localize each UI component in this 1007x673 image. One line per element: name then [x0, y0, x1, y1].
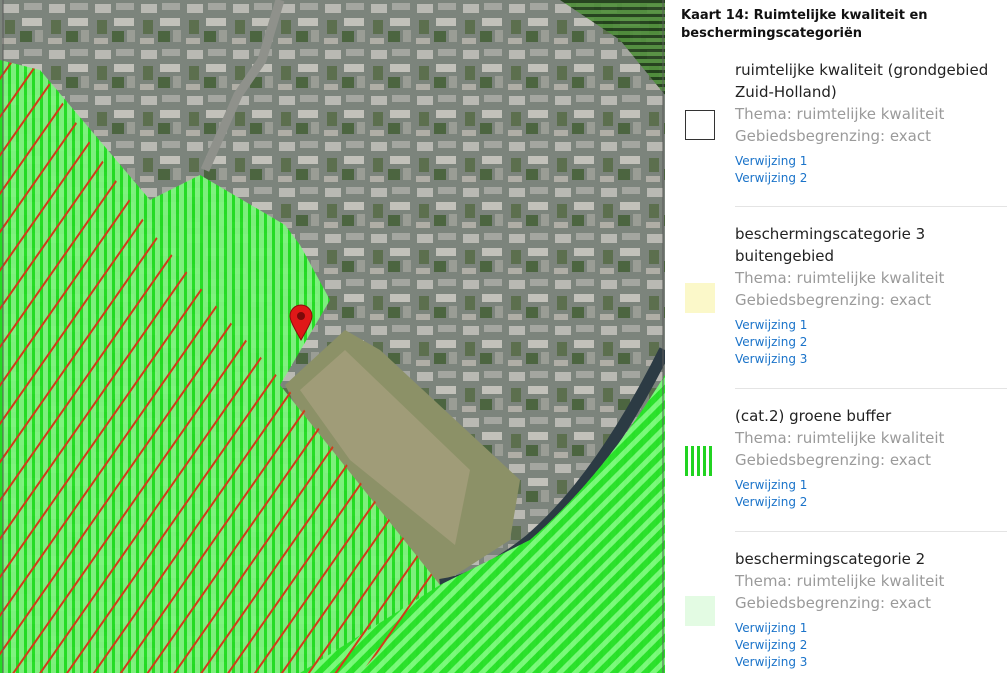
legend-swatch-green-stripes: [685, 446, 713, 476]
reference-link[interactable]: Verwijzing 2: [735, 170, 1003, 187]
legend-item-name: ruimtelijke kwaliteit (grondgebied Zuid-…: [735, 61, 989, 101]
reference-link[interactable]: Verwijzing 1: [735, 477, 1003, 494]
reference-link[interactable]: Verwijzing 1: [735, 153, 1003, 170]
map-canvas[interactable]: [0, 0, 665, 673]
legend-item-beschermingscategorie-2: beschermingscategorie 2 Thema: ruimtelij…: [665, 548, 1007, 673]
legend-item-theme: Thema: ruimtelijke kwaliteit: [735, 105, 945, 123]
legend-item-theme: Thema: ruimtelijke kwaliteit: [735, 269, 945, 287]
legend-item-name: beschermingscategorie 3 buitengebied: [735, 225, 926, 265]
legend-item-beschermingscategorie-3: beschermingscategorie 3 buitengebied The…: [665, 223, 1007, 389]
legend-item-theme: Thema: ruimtelijke kwaliteit: [735, 572, 945, 590]
legend-panel: Kaart 14: Ruimtelijke kwaliteit en besch…: [665, 0, 1007, 673]
reference-link[interactable]: Verwijzing 2: [735, 494, 1003, 511]
legend-item-boundary: Gebiedsbegrenzing: exact: [735, 127, 932, 145]
reference-link[interactable]: Verwijzing 1: [735, 620, 1003, 637]
legend-item-name: (cat.2) groene buffer: [735, 407, 892, 425]
legend-item-boundary: Gebiedsbegrenzing: exact: [735, 291, 932, 309]
legend-item-name: beschermingscategorie 2: [735, 550, 926, 568]
panel-title: Kaart 14: Ruimtelijke kwaliteit en besch…: [681, 8, 928, 41]
reference-link[interactable]: Verwijzing 2: [735, 637, 1003, 654]
legend-item-boundary: Gebiedsbegrenzing: exact: [735, 594, 932, 612]
legend-swatch-light-yellow: [685, 283, 715, 313]
legend-item-ruimtelijke-kwaliteit: ruimtelijke kwaliteit (grondgebied Zuid-…: [665, 59, 1007, 207]
legend-swatch-outline: [685, 110, 715, 140]
legend-item-groene-buffer: (cat.2) groene buffer Thema: ruimtelijke…: [665, 405, 1007, 532]
reference-link[interactable]: Verwijzing 2: [735, 334, 1003, 351]
reference-link[interactable]: Verwijzing 1: [735, 317, 1003, 334]
legend-swatch-light-green: [685, 596, 715, 626]
reference-link[interactable]: Verwijzing 3: [735, 351, 1003, 368]
legend-item-boundary: Gebiedsbegrenzing: exact: [735, 451, 932, 469]
legend-item-theme: Thema: ruimtelijke kwaliteit: [735, 429, 945, 447]
map-view[interactable]: [0, 0, 665, 673]
reference-link[interactable]: Verwijzing 3: [735, 654, 1003, 671]
